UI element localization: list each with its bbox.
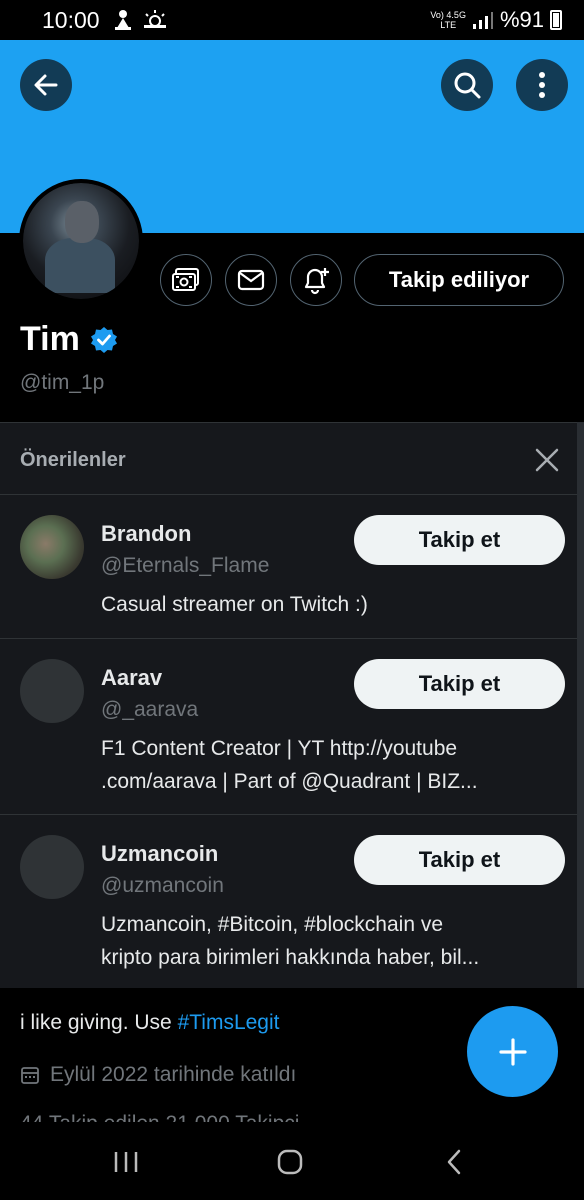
joined-date: Eylül 2022 tarihinde katıldı <box>50 1063 297 1086</box>
more-options-button[interactable] <box>516 59 568 111</box>
suggestion-handle: @uzmancoin <box>101 874 224 897</box>
notifications-button[interactable] <box>290 254 342 306</box>
follow-button[interactable]: Takip et <box>354 515 565 565</box>
profile-bio: i like giving. Use #TimsLegit <box>20 1011 280 1035</box>
signal-icon <box>472 12 493 29</box>
suggestion-item-brandon[interactable]: Brandon @Eternals_Flame Casual streamer … <box>0 495 577 639</box>
mail-icon <box>237 269 265 291</box>
suggestion-name: Aarav <box>101 665 163 690</box>
monetization-button[interactable] <box>160 254 212 306</box>
avatar[interactable] <box>20 659 84 723</box>
back-button[interactable] <box>20 59 72 111</box>
suggestion-bio-line-2: .com/aarava | Part of @Quadrant | BIZ... <box>101 770 478 793</box>
status-time: 10:00 <box>42 7 100 33</box>
scrollbar[interactable] <box>577 422 584 988</box>
bio-text: i like giving. Use <box>20 1011 178 1034</box>
suggestion-bio: F1 Content Creator | YT http://youtube .… <box>101 732 561 798</box>
recents-button[interactable] <box>106 1142 146 1182</box>
home-button[interactable] <box>270 1142 310 1182</box>
notification-bell-icon <box>304 268 329 295</box>
follow-counts[interactable]: 44 Takip edilen 21.000 Takipçi <box>20 1112 299 1122</box>
system-nav-bar <box>0 1122 584 1200</box>
monetization-icon <box>172 268 199 291</box>
suggestion-name: Uzmancoin <box>101 841 219 866</box>
avatar-image <box>23 183 139 299</box>
bio-hashtag-link[interactable]: #TimsLegit <box>178 1011 280 1034</box>
battery-icon <box>550 10 562 30</box>
battery-percent: %91 <box>499 7 544 32</box>
suggestion-item-uzmancoin[interactable]: Uzmancoin @uzmancoin Uzmancoin, #Bitcoin… <box>0 815 577 989</box>
back-arrow-icon <box>34 74 58 96</box>
profile-name: Tim <box>20 320 80 358</box>
close-icon <box>535 448 559 472</box>
search-icon <box>454 72 481 99</box>
network-lte: LTE <box>440 20 457 30</box>
message-button[interactable] <box>225 254 277 306</box>
suggestion-name: Brandon <box>101 521 192 546</box>
suggestions-panel: Önerilenler Brandon @Eternals_Flame Casu… <box>0 422 577 988</box>
close-suggestions-button[interactable] <box>532 445 562 475</box>
suggestion-bio-line-1: F1 Content Creator | YT http://youtube <box>101 737 458 760</box>
following-button[interactable]: Takip ediliyor <box>354 254 564 306</box>
system-back-button[interactable] <box>434 1142 474 1182</box>
recents-icon <box>114 1152 138 1172</box>
suggestion-bio: Casual streamer on Twitch :) <box>101 593 368 616</box>
suggestion-bio-line-1: Uzmancoin, #Bitcoin, #blockchain ve <box>101 913 444 936</box>
verified-badge-icon <box>90 326 117 353</box>
suggestions-title: Önerilenler <box>20 449 126 471</box>
search-button[interactable] <box>441 59 493 111</box>
avatar[interactable] <box>20 835 84 899</box>
weather-icon <box>144 10 166 28</box>
network-type: Vo) 4.5G <box>430 10 466 20</box>
follow-button[interactable]: Takip et <box>354 835 565 885</box>
joined-date-row: Eylül 2022 tarihinde katıldı <box>20 1063 296 1087</box>
profile-name-row: Tim <box>20 320 118 359</box>
status-bar: 10:00 Vo) 4.5G LTE %91 <box>0 0 584 40</box>
plus-icon <box>498 1037 527 1066</box>
back-icon <box>447 1149 461 1175</box>
profile-avatar[interactable] <box>19 179 143 303</box>
suggestion-bio: Uzmancoin, #Bitcoin, #blockchain ve krip… <box>101 908 561 974</box>
suggestion-handle: @_aarava <box>101 698 199 721</box>
pin-icon <box>115 10 131 30</box>
home-icon <box>277 1149 303 1175</box>
compose-button[interactable] <box>467 1006 558 1097</box>
follow-button[interactable]: Takip et <box>354 659 565 709</box>
suggestion-bio-line-2: kripto para birimleri hakkında haber, bi… <box>101 946 480 969</box>
avatar[interactable] <box>20 515 84 579</box>
profile-handle: @tim_1p <box>20 371 105 394</box>
more-vertical-icon <box>539 72 545 98</box>
suggestions-header: Önerilenler <box>0 423 577 495</box>
suggestion-handle: @Eternals_Flame <box>101 554 270 577</box>
suggestion-item-aarav[interactable]: Aarav @_aarava F1 Content Creator | YT h… <box>0 639 577 815</box>
calendar-icon <box>21 1067 39 1084</box>
